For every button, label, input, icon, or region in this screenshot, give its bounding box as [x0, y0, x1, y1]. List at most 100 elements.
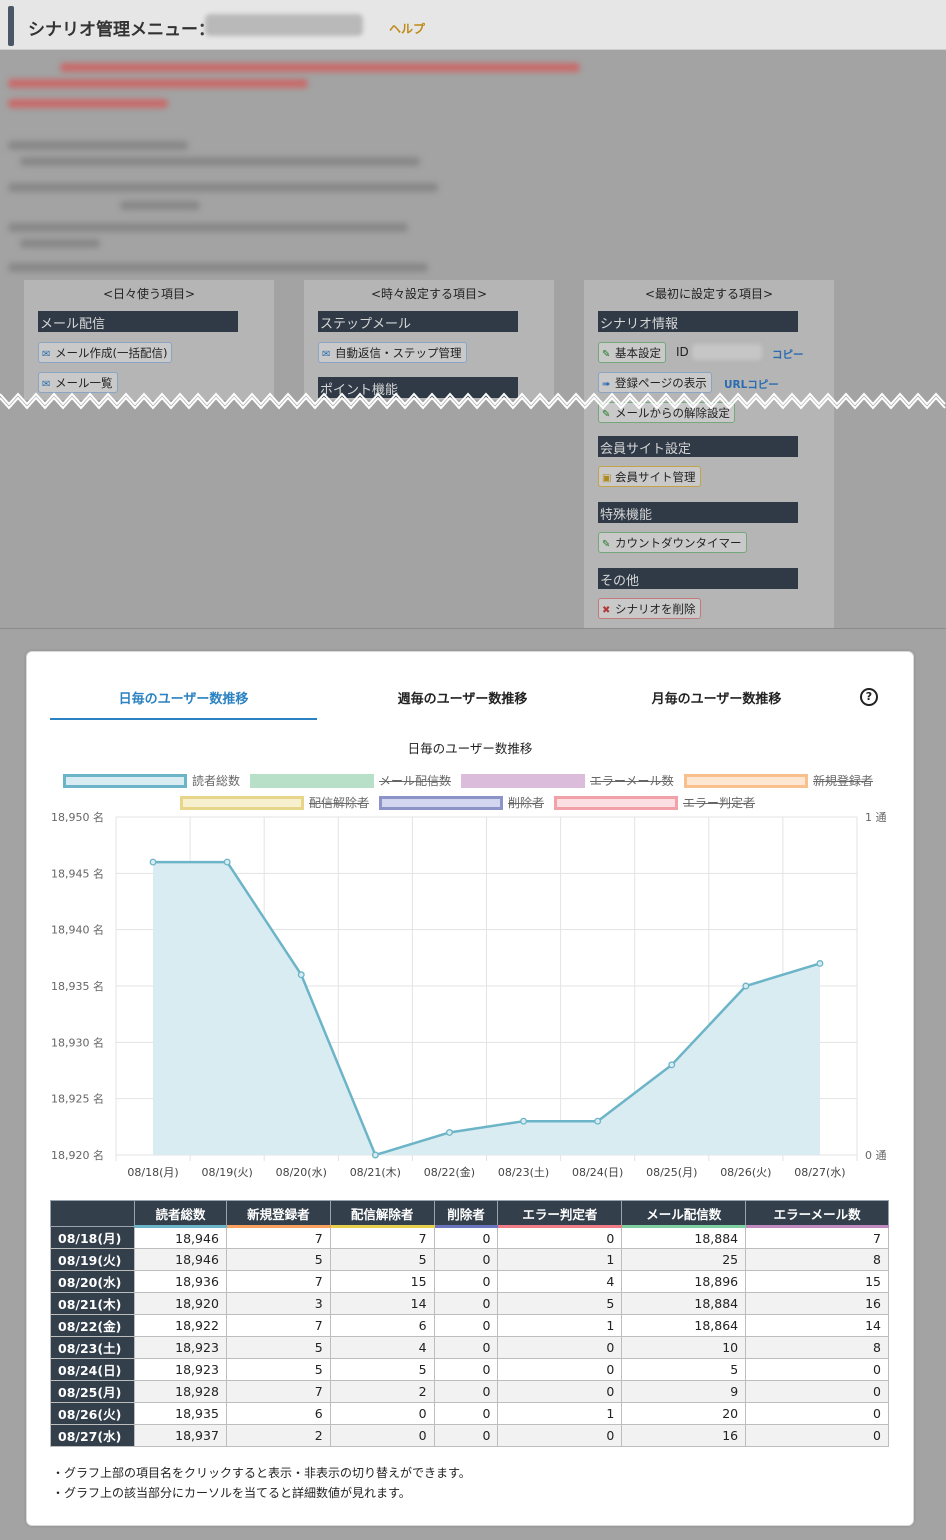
table-cell: 7 — [225, 1270, 331, 1293]
question-icon[interactable]: ? — [860, 688, 878, 706]
data-point — [594, 1117, 602, 1125]
y-tick-label: 18,935 名 — [51, 979, 104, 993]
tab-monthly[interactable]: 月毎のユーザー数推移 — [583, 688, 850, 707]
table-row: 08/20(水) 18,936 7 15 0 4 18,896 15 — [50, 1270, 889, 1293]
menu-daily: <日々使う項目> メール配信 ✉ メール作成(一括配信) ✉ メール一覧 — [24, 280, 274, 400]
legend-new-registrations[interactable]: 新規登録者 — [684, 772, 873, 788]
page-title: シナリオ管理メニュー： — [28, 20, 215, 40]
table-cell: 6 — [329, 1314, 435, 1337]
mail-list-label: メール一覧 — [55, 376, 113, 390]
delete-x-icon: ✖ — [602, 605, 611, 616]
table-cell: 0 — [433, 1380, 499, 1403]
id-label: ID — [676, 345, 689, 359]
x-tick-label: 08/23(土) — [498, 1166, 549, 1179]
section-step-mail: ステップメール — [318, 311, 518, 332]
data-point — [371, 1151, 379, 1159]
y-tick-label: 18,940 名 — [51, 923, 104, 937]
note-line: ・グラフ上部の項目名をクリックすると表示・非表示の切り替えができます。 — [52, 1466, 471, 1480]
legend-total-readers[interactable]: 読者総数 — [63, 772, 240, 788]
row-date: 08/24(日) — [50, 1358, 135, 1381]
table-cell: 0 — [433, 1424, 499, 1447]
table-cell: 14 — [329, 1292, 435, 1315]
table-cell: 0 — [497, 1358, 623, 1381]
legend-label: エラーメール数 — [590, 774, 674, 788]
table-cell: 0 — [745, 1424, 889, 1447]
legend-label: メール配信数 — [379, 774, 452, 788]
x-tick-label: 08/20(水) — [276, 1166, 327, 1179]
mail-list-button[interactable]: ✉ メール一覧 — [38, 372, 118, 393]
row-date: 08/18(月) — [50, 1226, 135, 1249]
y2-tick-label: 1 通 — [865, 811, 887, 824]
table-cell: 5 — [225, 1358, 331, 1381]
redacted-scenario-name — [205, 14, 363, 36]
envelope-icon: ✉ — [42, 379, 51, 390]
create-mail-label: メール作成(一括配信) — [55, 346, 168, 360]
legend-swatch — [461, 773, 585, 788]
table-cell: 18,920 — [133, 1292, 227, 1315]
registration-page-button[interactable]: ➠ 登録ページの表示 — [598, 372, 712, 393]
url-copy-link[interactable]: URLコピー — [724, 377, 779, 392]
table-cell: 18,937 — [133, 1424, 227, 1447]
create-mail-button[interactable]: ✉ メール作成(一括配信) — [38, 342, 173, 363]
x-tick-label: 08/27(水) — [794, 1166, 845, 1179]
table-cell: 10 — [621, 1336, 747, 1359]
table-row: 08/27(水) 18,937 2 0 0 0 16 0 — [50, 1424, 889, 1447]
column-header: 読者総数 — [133, 1200, 227, 1228]
chart-title: 日毎のユーザー数推移 — [407, 741, 533, 756]
data-point — [668, 1061, 676, 1069]
legend-error-mail[interactable]: エラーメール数 — [461, 772, 674, 788]
table-cell: 4 — [329, 1336, 435, 1359]
table-cell: 15 — [745, 1270, 889, 1293]
legend-swatch — [684, 773, 808, 788]
table-cell: 5 — [329, 1248, 435, 1271]
data-point — [816, 960, 824, 967]
table-row: 08/23(土) 18,923 5 4 0 0 10 8 — [50, 1336, 889, 1359]
tab-daily[interactable]: 日毎のユーザー数推移 — [50, 688, 317, 707]
stats-card: 日毎のユーザー数推移 週毎のユーザー数推移 月毎のユーザー数推移 ? 日毎のユー… — [26, 651, 914, 1526]
table-cell: 0 — [433, 1226, 499, 1249]
note-line: ・グラフ上の該当部分にカーソルを当てると詳細数値が見れます。 — [52, 1486, 411, 1500]
table-cell: 3 — [225, 1292, 331, 1315]
column-header: エラーメール数 — [745, 1200, 889, 1228]
member-site-button[interactable]: ▣ 会員サイト管理 — [598, 466, 701, 487]
table-cell: 18,884 — [621, 1226, 747, 1249]
table-cell: 5 — [225, 1336, 331, 1359]
table-cell: 0 — [433, 1314, 499, 1337]
header-accent-bar — [8, 6, 14, 46]
daily-stats-table: 読者総数 新規登録者 配信解除者 削除者 エラー判定者 メール配信数 エラーメール数 08/… — [50, 1200, 889, 1447]
header-corner — [50, 1200, 135, 1227]
menu-sometimes: <時々設定する項目> ステップメール ✉ 自動返信・ステップ管理 ポイント機能 — [304, 280, 554, 400]
table-cell: 5 — [329, 1358, 435, 1381]
daily-users-chart[interactable]: 18,920 名 18,925 名 18,930 名 18,935 名 18,940 名… — [27, 804, 913, 1184]
help-link[interactable]: ヘルプ — [389, 20, 425, 37]
table-cell: 18,946 — [133, 1248, 227, 1271]
menu-initial: <最初に設定する項目> シナリオ情報 ✎ 基本設定 ID コピー ➠ 登録ページの表… — [584, 280, 834, 628]
pencil-icon: ✎ — [602, 349, 611, 360]
auto-reply-step-button[interactable]: ✉ 自動返信・ステップ管理 — [318, 342, 467, 363]
usage-notes: ・グラフ上部の項目名をクリックすると表示・非表示の切り替えができます。 ・グラフ… — [52, 1463, 471, 1503]
table-cell: 18,936 — [133, 1270, 227, 1293]
table-cell: 6 — [225, 1402, 331, 1425]
x-tick-label: 08/22(金) — [424, 1165, 475, 1179]
table-cell: 5 — [497, 1292, 623, 1315]
y-tick-label: 18,930 名 — [51, 1035, 104, 1049]
menu-bottom-border — [0, 628, 946, 629]
section-member-site: 会員サイト設定 — [598, 436, 798, 457]
table-cell: 18,923 — [133, 1336, 227, 1359]
data-point — [742, 982, 750, 990]
tab-weekly[interactable]: 週毎のユーザー数推移 — [329, 688, 596, 707]
row-date: 08/23(土) — [50, 1336, 135, 1359]
table-cell: 18,884 — [621, 1292, 747, 1315]
table-cell: 0 — [433, 1292, 499, 1315]
basic-settings-button[interactable]: ✎ 基本設定 — [598, 342, 666, 363]
legend-mail-sent[interactable]: メール配信数 — [250, 772, 451, 788]
copy-id-link[interactable]: コピー — [772, 347, 804, 362]
column-header: 新規登録者 — [225, 1200, 331, 1228]
delete-scenario-button[interactable]: ✖ シナリオを削除 — [598, 598, 701, 619]
table-cell: 8 — [745, 1336, 889, 1359]
column-header: エラー判定者 — [497, 1200, 623, 1228]
table-cell: 7 — [225, 1314, 331, 1337]
row-date: 08/21(木) — [50, 1292, 135, 1315]
pencil-icon: ✎ — [602, 539, 611, 550]
countdown-timer-button[interactable]: ✎ カウントダウンタイマー — [598, 532, 747, 553]
